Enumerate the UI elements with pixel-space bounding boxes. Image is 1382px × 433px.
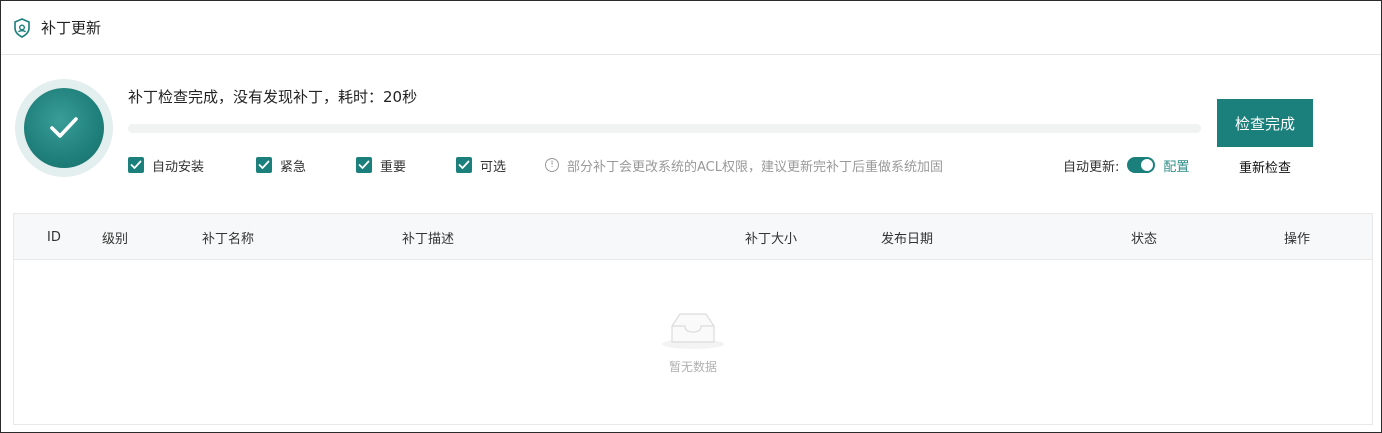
scan-progress-bar [128,124,1201,133]
checkbox-checked-icon[interactable] [456,157,472,173]
column-header-status: 状态 [1131,231,1158,247]
scan-progress-fill [128,124,1201,133]
checkbox-optional[interactable]: 可选 [456,155,506,175]
table-header: ID 级别 补丁名称 补丁描述 补丁大小 发布日期 状态 操作 [14,214,1372,260]
auto-update-control: 自动更新: 配置 [1063,155,1189,175]
panel-header: 补丁更新 [1,1,1381,55]
checkbox-checked-icon[interactable] [128,157,144,173]
shield-icon [13,17,33,38]
column-header-actions: 操作 [1284,231,1311,247]
column-header-description: 补丁描述 [402,231,455,247]
checkbox-checked-icon[interactable] [356,157,372,173]
scan-result-message: 补丁检查完成，没有发现补丁，耗时：20秒 [128,88,418,106]
checkbox-checked-icon[interactable] [256,157,272,173]
column-header-release-date: 发布日期 [881,231,934,247]
toggle-knob [1141,159,1154,171]
checkbox-label: 紧急 [280,159,307,175]
checkbox-label: 重要 [380,159,407,175]
checkmark-icon [24,88,104,168]
column-header-level: 级别 [102,231,129,247]
patch-table: ID 级别 补丁名称 补丁描述 补丁大小 发布日期 状态 操作 暂无数据 [13,213,1373,425]
patch-update-panel: 补丁更新 补丁检查完成，没有发现补丁，耗时：20秒 自动安装 紧急 重要 可选 … [0,0,1382,433]
notice-text: 部分补丁会更改系统的ACL权限，建议更新完补丁后重做系统加固 [567,159,943,175]
status-indicator [15,79,113,177]
recheck-button[interactable]: 重新检查 [1217,156,1313,176]
config-link[interactable]: 配置 [1163,156,1189,175]
check-complete-button[interactable]: 检查完成 [1217,99,1313,147]
checkbox-label: 可选 [480,159,507,175]
auto-update-toggle[interactable] [1127,157,1156,173]
empty-state: 暂无数据 [14,260,1372,424]
page-title: 补丁更新 [41,19,102,37]
info-icon: ! [545,158,559,172]
empty-inbox-icon [660,308,726,350]
empty-text: 暂无数据 [668,360,717,374]
checkbox-auto-install[interactable]: 自动安装 [128,155,204,175]
column-header-name: 补丁名称 [202,231,255,247]
column-header-size: 补丁大小 [745,231,798,247]
acl-notice: ! 部分补丁会更改系统的ACL权限，建议更新完补丁后重做系统加固 [545,155,943,175]
checkbox-urgent[interactable]: 紧急 [256,155,306,175]
checkbox-label: 自动安装 [152,159,205,175]
checkbox-important[interactable]: 重要 [356,155,406,175]
column-header-id: ID [47,229,61,245]
auto-update-label: 自动更新: [1063,159,1120,175]
